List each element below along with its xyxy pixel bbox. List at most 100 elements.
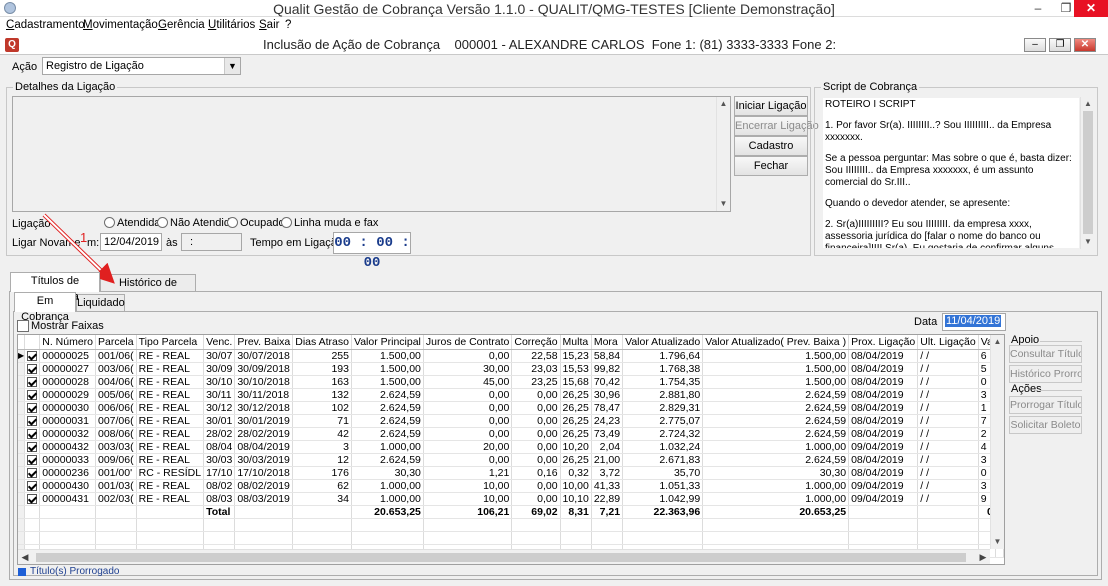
- tab-historico-cobranca[interactable]: Histórico de Cobrança: [100, 274, 196, 305]
- column-header[interactable]: Juros de Contrato: [423, 335, 513, 350]
- cadastro-button[interactable]: Cadastro: [734, 136, 808, 156]
- detalhes-scrollbar[interactable]: ▲ ▼: [716, 97, 730, 211]
- scroll-left-icon[interactable]: ◀: [18, 550, 32, 564]
- row-indicator[interactable]: [18, 362, 26, 376]
- row-checkbox[interactable]: [27, 428, 38, 439]
- scroll-up-icon[interactable]: ▲: [991, 335, 1004, 349]
- scroll-right-icon[interactable]: ▶: [976, 550, 990, 564]
- column-header[interactable]: Valor Principal: [351, 335, 424, 350]
- close-button[interactable]: ✕: [1074, 0, 1108, 17]
- radio-linha-muda[interactable]: [281, 217, 292, 228]
- tab-liquidado[interactable]: Liquidado: [76, 294, 125, 312]
- column-header[interactable]: Mora: [591, 335, 624, 350]
- row-select-cell[interactable]: [24, 492, 41, 506]
- encerrar-ligacao-button[interactable]: Encerrar Ligação: [734, 116, 819, 136]
- grid-hscrollbar[interactable]: ◀ ▶: [18, 549, 990, 564]
- table-row[interactable]: 00000236 001/00' RC - RESÍDL 17/10 17/10/201…: [18, 466, 1004, 480]
- row-indicator[interactable]: [18, 388, 26, 402]
- radio-ocupado[interactable]: [227, 217, 238, 228]
- row-indicator[interactable]: [18, 492, 26, 506]
- column-header[interactable]: Venc.: [203, 335, 236, 350]
- table-row[interactable]: 00000030 006/06(RE - REAL 30/12 30/12/2018 1…: [18, 401, 1004, 415]
- row-checkbox[interactable]: [27, 454, 38, 465]
- row-checkbox[interactable]: [27, 389, 38, 400]
- prorrogar-titulos-button[interactable]: Prorrogar Títulos: [1009, 396, 1082, 414]
- form-maximize-button[interactable]: ❐: [1049, 38, 1071, 52]
- column-header[interactable]: Dias Atraso: [292, 335, 352, 350]
- column-header[interactable]: Correção: [511, 335, 561, 350]
- scroll-thumb[interactable]: [1083, 111, 1093, 234]
- row-checkbox[interactable]: [27, 376, 38, 387]
- table-row[interactable]: 00000432 003/03(RE - REAL 08/04 08/04/2019 3…: [18, 440, 1004, 454]
- column-header[interactable]: Prox. Ligação: [848, 335, 919, 350]
- row-select-cell[interactable]: [24, 349, 41, 363]
- menu-movimentacao[interactable]: Movimentação: [83, 19, 158, 31]
- solicitar-boleto-button[interactable]: Solicitar Boleto: [1009, 416, 1082, 434]
- row-checkbox[interactable]: [27, 350, 38, 361]
- scroll-down-icon[interactable]: ▼: [991, 535, 1004, 549]
- column-header[interactable]: Tipo Parcela: [136, 335, 205, 350]
- scroll-up-icon[interactable]: ▲: [717, 97, 730, 111]
- table-row[interactable]: 00000028 004/06(RE - REAL 30/10 30/10/2018 1…: [18, 375, 1004, 389]
- data-field[interactable]: 11/04/2019: [942, 313, 1006, 331]
- scroll-up-icon[interactable]: ▲: [1081, 97, 1095, 111]
- table-row[interactable]: 00000029 005/06(RE - REAL 30/11 30/11/2018 1…: [18, 388, 1004, 402]
- historico-prorrogacao-button[interactable]: Histórico Prorrogaç: [1009, 365, 1082, 383]
- row-indicator[interactable]: [18, 466, 26, 480]
- menu-help[interactable]: ?: [285, 19, 291, 31]
- row-checkbox[interactable]: [27, 493, 38, 504]
- row-checkbox[interactable]: [27, 363, 38, 374]
- column-header[interactable]: Multa: [560, 335, 592, 350]
- row-indicator[interactable]: ▶: [18, 349, 26, 363]
- row-select-cell[interactable]: [24, 362, 41, 376]
- detalhes-textarea[interactable]: [12, 96, 731, 212]
- consultar-titulo-button[interactable]: Consultar Título: [1009, 345, 1082, 363]
- iniciar-ligacao-button[interactable]: Iniciar Ligação: [734, 96, 808, 116]
- radio-ocupado-label[interactable]: Ocupado: [240, 217, 285, 229]
- acao-select[interactable]: Registro de Ligação ▼: [42, 57, 241, 75]
- radio-linha-muda-label[interactable]: Linha muda e fax: [294, 217, 378, 229]
- table-row[interactable]: 00000430 001/03(RE - REAL 08/02 08/02/2019 6…: [18, 479, 1004, 493]
- script-scrollbar[interactable]: ▲ ▼: [1080, 97, 1095, 249]
- row-checkbox[interactable]: [27, 441, 38, 452]
- column-header[interactable]: Ult. Ligação: [917, 335, 979, 350]
- table-row[interactable]: ▶ 00000025 001/06(RE - REAL 30/07 30/07/2018…: [18, 349, 1004, 363]
- row-checkbox[interactable]: [27, 467, 38, 478]
- menu-sair[interactable]: Sair: [259, 19, 279, 31]
- row-select-cell[interactable]: [24, 401, 41, 415]
- row-select-cell[interactable]: [24, 453, 41, 467]
- row-select-cell[interactable]: [24, 388, 41, 402]
- row-indicator[interactable]: [18, 414, 26, 428]
- table-row[interactable]: 00000431 002/03(RE - REAL 08/03 08/03/2019 3…: [18, 492, 1004, 506]
- row-checkbox[interactable]: [27, 402, 38, 413]
- row-checkbox[interactable]: [27, 415, 38, 426]
- row-indicator[interactable]: [18, 440, 26, 454]
- radio-atendida[interactable]: [104, 217, 115, 228]
- column-header[interactable]: Parcela: [95, 335, 137, 350]
- row-checkbox[interactable]: [27, 480, 38, 491]
- table-row[interactable]: 00000031 007/06(RE - REAL 30/01 30/01/2019 7…: [18, 414, 1004, 428]
- grid-vscrollbar[interactable]: ▲ ▼: [990, 335, 1004, 549]
- chevron-down-icon[interactable]: ▼: [224, 58, 240, 74]
- column-header[interactable]: Valor Atualizado: [622, 335, 704, 350]
- form-minimize-button[interactable]: –: [1024, 38, 1046, 52]
- menu-gerencia[interactable]: Gerência: [158, 19, 205, 31]
- row-select-cell[interactable]: [24, 414, 41, 428]
- tab-em-cobranca[interactable]: Em Cobrança: [14, 292, 76, 323]
- scroll-thumb[interactable]: [36, 553, 966, 562]
- form-close-button[interactable]: ✕: [1074, 38, 1096, 52]
- minimize-button[interactable]: –: [1024, 0, 1052, 17]
- row-select-cell[interactable]: [24, 466, 41, 480]
- row-select-cell[interactable]: [24, 375, 41, 389]
- row-select-cell[interactable]: [24, 427, 41, 441]
- fechar-button[interactable]: Fechar: [734, 156, 808, 176]
- row-select-cell[interactable]: [24, 440, 41, 454]
- row-indicator[interactable]: [18, 375, 26, 389]
- row-indicator[interactable]: [18, 479, 26, 493]
- column-header[interactable]: Valor Atualizado( Prev. Baixa ): [702, 335, 850, 350]
- row-select-cell[interactable]: [24, 479, 41, 493]
- scroll-down-icon[interactable]: ▼: [1081, 235, 1095, 249]
- column-header[interactable]: Prev. Baixa: [234, 335, 294, 350]
- radio-atendida-label[interactable]: Atendida: [117, 217, 160, 229]
- column-header[interactable]: N. Número: [39, 335, 96, 350]
